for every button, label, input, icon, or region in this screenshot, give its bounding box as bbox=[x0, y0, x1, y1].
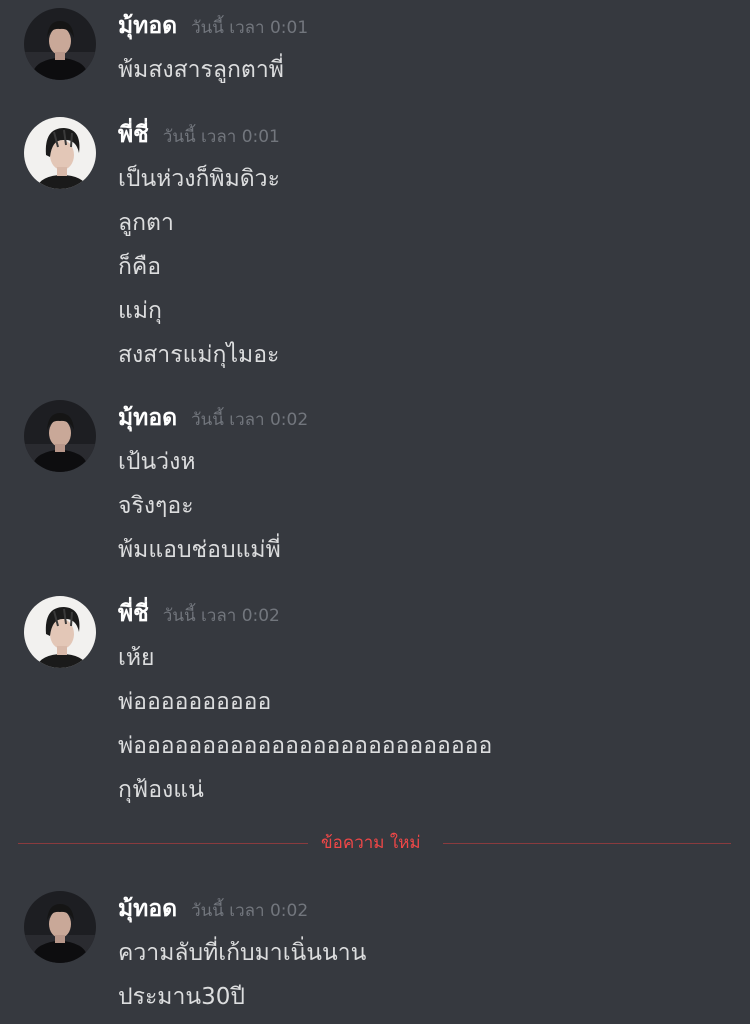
message-header: มุ้ทอด วันนี้ เวลา 0:02 bbox=[118, 891, 308, 931]
divider-line bbox=[443, 843, 731, 844]
message-header: มุ้ทอด วันนี้ เวลา 0:01 bbox=[118, 8, 308, 48]
new-messages-divider: ข้อความ ใหม่ bbox=[18, 833, 731, 853]
avatar-dark-icon[interactable] bbox=[24, 400, 96, 472]
username[interactable]: มุ้ทอด bbox=[118, 400, 177, 436]
username[interactable]: พี่ชี่ bbox=[118, 117, 149, 153]
username[interactable]: พี่ชี่ bbox=[118, 596, 149, 632]
avatar-light-icon[interactable] bbox=[24, 117, 96, 189]
new-messages-label: ข้อความ ใหม่ bbox=[321, 833, 421, 853]
timestamp: วันนี้ เวลา 0:02 bbox=[162, 606, 280, 626]
message-line: พ้มสงสารลูกตาพี่ bbox=[118, 57, 284, 83]
message-line: ลูกตา bbox=[118, 210, 174, 236]
message-line: ความลับที่เก้บมาเนิ่นนาน bbox=[118, 940, 367, 966]
message-header: พี่ชี่ วันนี้ เวลา 0:01 bbox=[118, 117, 280, 157]
message-line: แม่กุ bbox=[118, 298, 162, 324]
message-line: เห้ย bbox=[118, 645, 155, 671]
avatar-dark-icon[interactable] bbox=[24, 8, 96, 80]
message-line: พ่ออออออออออออออออออออออออออ bbox=[118, 733, 493, 759]
timestamp: วันนี้ เวลา 0:02 bbox=[191, 901, 309, 921]
username[interactable]: มุ้ทอด bbox=[118, 8, 177, 44]
message-line: ก็คือ bbox=[118, 254, 162, 280]
chat-messages: มุ้ทอด วันนี้ เวลา 0:01 พ้มสงสารลูกตาพี่… bbox=[0, 0, 750, 1024]
avatar-dark-icon[interactable] bbox=[24, 891, 96, 963]
message-line: กุฟ้องแน่ bbox=[118, 777, 204, 803]
message-line: สงสารแม่กุไมอะ bbox=[118, 342, 280, 368]
message-line: เป็นห่วงก็พิมดิวะ bbox=[118, 166, 280, 192]
message-header: พี่ชี่ วันนี้ เวลา 0:02 bbox=[118, 596, 280, 636]
timestamp: วันนี้ เวลา 0:02 bbox=[191, 410, 309, 430]
timestamp: วันนี้ เวลา 0:01 bbox=[191, 18, 309, 38]
message-line: เป้นว่งห bbox=[118, 449, 196, 475]
message-line: พ่ออออออออออ bbox=[118, 689, 272, 715]
timestamp: วันนี้ เวลา 0:01 bbox=[162, 127, 280, 147]
message-header: มุ้ทอด วันนี้ เวลา 0:02 bbox=[118, 400, 308, 440]
message-line: จริงๆอะ bbox=[118, 493, 194, 519]
message-line: ประมาน30ปี bbox=[118, 984, 245, 1010]
divider-line bbox=[18, 843, 308, 844]
message-line: พ้มแอบช่อบแม่พี่ bbox=[118, 537, 281, 563]
avatar-light-icon[interactable] bbox=[24, 596, 96, 668]
username[interactable]: มุ้ทอด bbox=[118, 891, 177, 927]
